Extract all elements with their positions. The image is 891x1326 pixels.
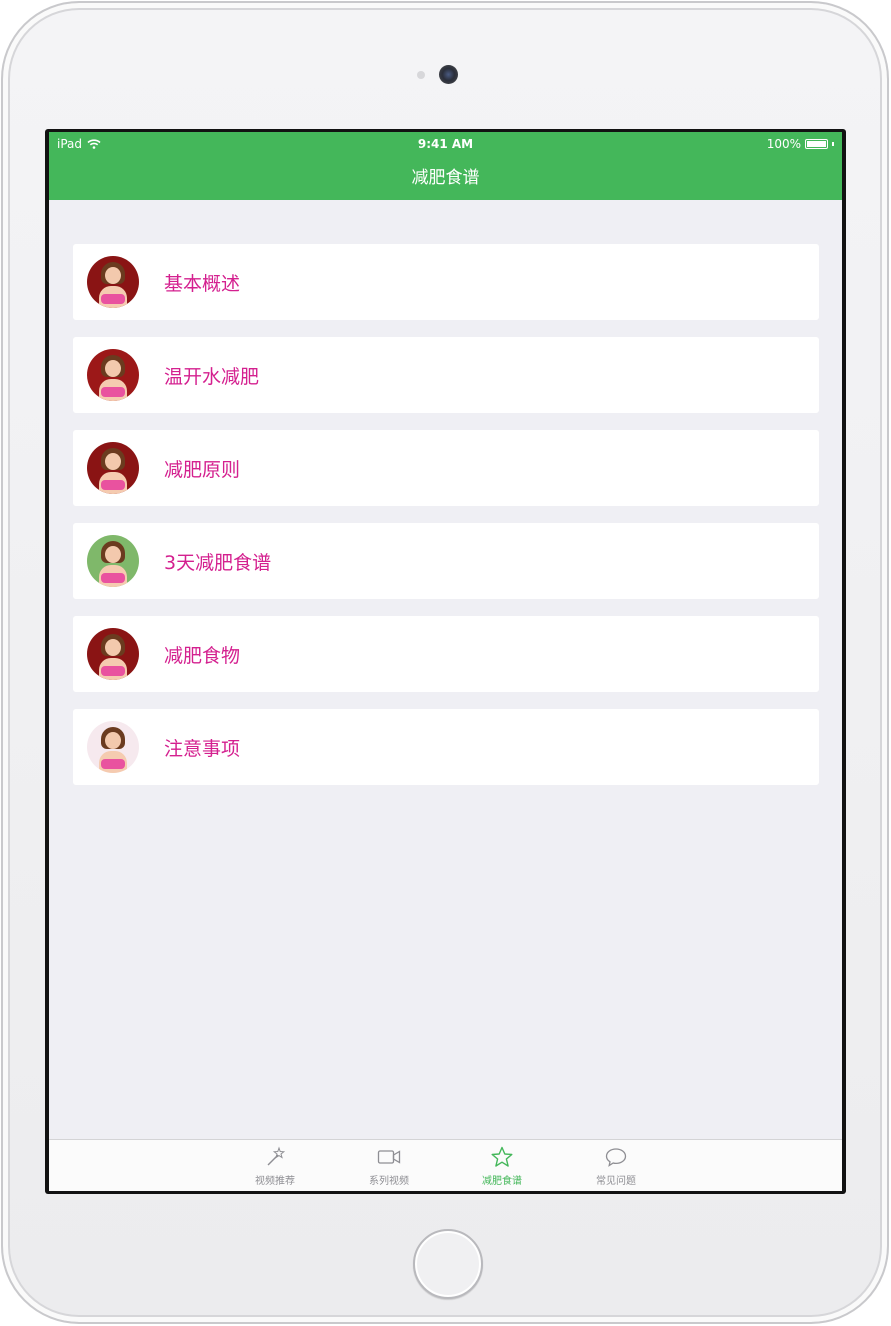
list-item[interactable]: 减肥原则 <box>73 430 819 506</box>
tab-label: 系列视频 <box>369 1176 409 1187</box>
battery-percent: 100% <box>766 137 801 151</box>
tab-series-video[interactable]: 系列视频 <box>349 1146 429 1187</box>
tab-diet-recipes[interactable]: 减肥食谱 <box>462 1146 542 1187</box>
battery-icon <box>805 139 828 149</box>
recipe-list: 基本概述 温开水减肥 减肥原则 3天减肥食谱 减肥食物 注意事项 <box>73 244 819 802</box>
avatar-face <box>105 546 121 563</box>
list-item[interactable]: 基本概述 <box>73 244 819 320</box>
status-time: 9:41 AM <box>417 137 474 151</box>
avatar-face <box>105 732 121 749</box>
front-camera <box>439 65 458 84</box>
avatar-face <box>105 453 121 470</box>
list-item[interactable]: 减肥食物 <box>73 616 819 692</box>
avatar <box>87 628 139 680</box>
status-right: 100% <box>767 137 834 151</box>
avatar-top <box>101 573 125 583</box>
avatar-face <box>105 639 121 656</box>
battery-nub <box>832 142 834 146</box>
list-item-label: 注意事项 <box>164 737 241 760</box>
avatar-top <box>101 294 125 304</box>
tab-faq[interactable]: 常见问题 <box>576 1146 656 1187</box>
video-camera-icon <box>377 1150 401 1164</box>
chat-bubble-icon <box>605 1148 627 1167</box>
avatar-top <box>101 480 125 490</box>
app-screen: iPad 9:41 AM 100% 减肥食谱 基本概述 温开水减肥 减肥原则 3… <box>49 132 842 1191</box>
tab-label: 常见问题 <box>596 1176 636 1187</box>
avatar-top <box>101 387 125 397</box>
status-bar: iPad 9:41 AM 100% <box>49 132 842 156</box>
page-title: 减肥食谱 <box>411 168 480 188</box>
list-item[interactable]: 温开水减肥 <box>73 337 819 413</box>
avatar <box>87 535 139 587</box>
avatar-face <box>105 267 121 284</box>
navigation-bar: 减肥食谱 <box>49 156 842 200</box>
star-icon <box>491 1146 513 1167</box>
avatar <box>87 256 139 308</box>
home-button[interactable] <box>413 1229 483 1299</box>
list-item[interactable]: 注意事项 <box>73 709 819 785</box>
avatar-top <box>101 759 125 769</box>
tab-label: 减肥食谱 <box>482 1176 522 1187</box>
list-item-label: 温开水减肥 <box>164 365 260 388</box>
sensor-dot <box>417 71 425 79</box>
avatar <box>87 721 139 773</box>
avatar <box>87 442 139 494</box>
list-item-label: 3天减肥食谱 <box>164 551 272 574</box>
tab-video-recommend[interactable]: 视频推荐 <box>235 1146 315 1187</box>
list-item-label: 减肥食物 <box>164 644 241 667</box>
list-item-label: 减肥原则 <box>164 458 241 481</box>
avatar <box>87 349 139 401</box>
magic-wand-icon <box>267 1146 286 1166</box>
tab-label: 视频推荐 <box>255 1176 295 1187</box>
avatar-top <box>101 666 125 676</box>
tab-bar: 视频推荐 系列视频 减肥食谱 常见问题 <box>49 1139 842 1191</box>
list-item[interactable]: 3天减肥食谱 <box>73 523 819 599</box>
avatar-face <box>105 360 121 377</box>
list-item-label: 基本概述 <box>164 272 241 295</box>
screen: iPad 9:41 AM 100% 减肥食谱 基本概述 温开水减肥 减肥原则 3… <box>45 129 846 1194</box>
